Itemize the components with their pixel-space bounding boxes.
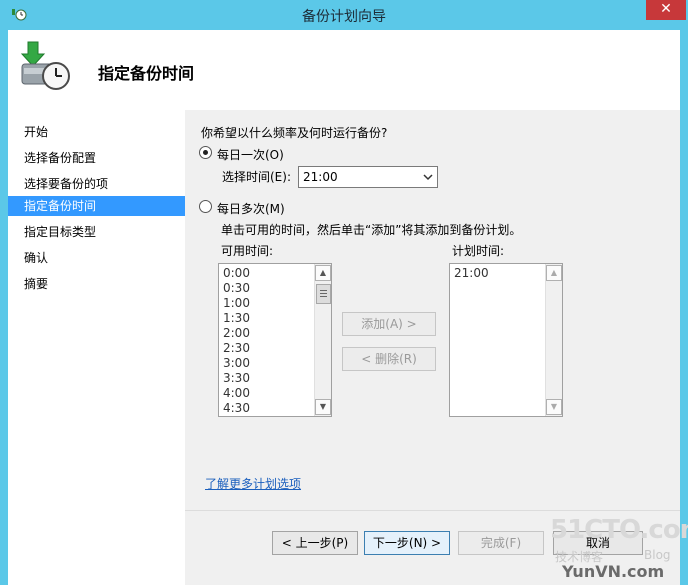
scroll-up-icon[interactable]: ▲ <box>546 265 562 281</box>
sidebar-item-schedule-label: 指定备份时间 <box>24 199 97 213</box>
finish-button[interactable]: 完成(F) <box>458 531 544 555</box>
list-item[interactable]: 3:00 <box>223 356 250 370</box>
schedule-instruction: 单击可用的时间，然后单击“添加”将其添加到备份计划。 <box>221 223 522 237</box>
page-title: 指定备份时间 <box>98 64 195 83</box>
back-button[interactable]: < 上一步(P) <box>272 531 358 555</box>
sidebar-item-select-items[interactable]: 选择要备份的项 <box>24 175 108 192</box>
wizard-steps-sidebar: 开始 选择备份配置 选择要备份的项 <box>8 110 185 585</box>
sidebar-item-backup-config[interactable]: 选择备份配置 <box>24 149 96 166</box>
list-item[interactable]: 21:00 <box>454 266 489 280</box>
daily-once-label[interactable]: 每日一次(O) <box>217 146 284 163</box>
list-item[interactable]: 1:00 <box>223 296 250 310</box>
close-icon: ✕ <box>660 1 672 17</box>
available-list-scrollbar[interactable]: ▲ ▼ <box>314 264 331 416</box>
list-item[interactable]: 0:30 <box>223 281 250 295</box>
sidebar-item-start[interactable]: 开始 <box>24 123 48 140</box>
frequency-question: 你希望以什么频率及何时运行备份? <box>201 126 388 140</box>
add-button[interactable]: 添加(A) > <box>342 312 436 336</box>
scheduled-times-label: 计划时间: <box>452 244 505 258</box>
select-time-label: 选择时间(E): <box>222 170 291 184</box>
list-item[interactable]: 3:30 <box>223 371 250 385</box>
sidebar-item-confirm[interactable]: 确认 <box>24 249 48 266</box>
daily-once-radio[interactable] <box>199 146 212 159</box>
daily-multiple-radio[interactable] <box>199 200 212 213</box>
close-button[interactable]: ✕ <box>646 0 686 20</box>
watermark-yunvn: YunVN.com <box>562 562 665 581</box>
daily-multiple-label[interactable]: 每日多次(M) <box>217 200 285 217</box>
available-times-list[interactable]: 0:00 0:30 1:00 1:30 2:00 2:30 3:00 3:30 … <box>218 263 332 417</box>
radio-selected-dot <box>203 150 208 155</box>
scheduled-list-scrollbar[interactable]: ▲ ▼ <box>545 264 562 416</box>
list-item[interactable]: 4:00 <box>223 386 250 400</box>
select-time-dropdown[interactable]: 21:00 <box>298 166 438 188</box>
learn-more-link[interactable]: 了解更多计划选项 <box>205 475 301 492</box>
list-item[interactable]: 2:00 <box>223 326 250 340</box>
list-item[interactable]: 4:30 <box>223 401 250 414</box>
sidebar-item-destination-type[interactable]: 指定目标类型 <box>24 223 96 240</box>
scroll-up-icon[interactable]: ▲ <box>315 265 331 281</box>
list-item[interactable]: 2:30 <box>223 341 250 355</box>
chevron-down-icon <box>423 171 433 185</box>
remove-button[interactable]: < 删除(R) <box>342 347 436 371</box>
sidebar-item-summary[interactable]: 摘要 <box>24 275 48 292</box>
next-button[interactable]: 下一步(N) > <box>364 531 450 555</box>
select-time-value: 21:00 <box>303 170 338 184</box>
backup-clock-icon <box>18 38 72 92</box>
scroll-down-icon[interactable]: ▼ <box>315 399 331 415</box>
watermark-blog: Blog <box>644 548 671 562</box>
list-item[interactable]: 0:00 <box>223 266 250 280</box>
watermark-51cto: 51CTO.com <box>550 515 688 545</box>
scroll-down-icon[interactable]: ▼ <box>546 399 562 415</box>
footer-divider <box>185 510 680 511</box>
scheduled-times-list[interactable]: 21:00 ▲ ▼ <box>449 263 563 417</box>
window-title: 备份计划向导 <box>302 9 386 25</box>
list-item[interactable]: 1:30 <box>223 311 250 325</box>
scroll-thumb[interactable] <box>316 284 331 304</box>
available-times-label: 可用时间: <box>221 244 274 258</box>
